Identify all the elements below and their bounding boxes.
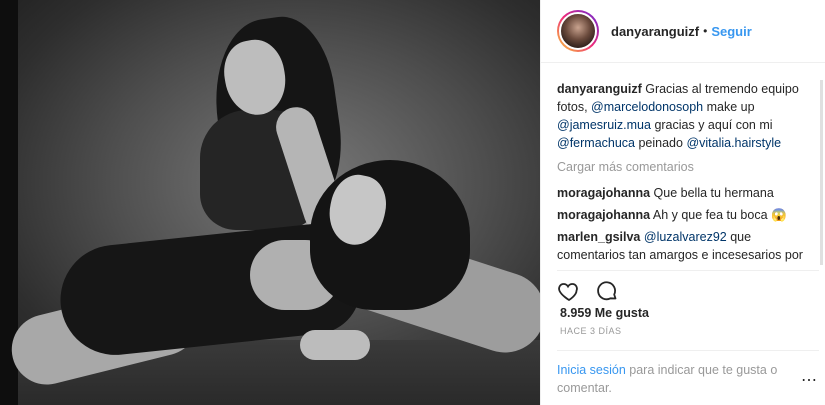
post-timestamp[interactable]: HACE 3 DÍAS (560, 326, 622, 336)
action-bar (557, 270, 819, 306)
mention-link[interactable]: @marcelodonosoph (591, 100, 703, 114)
caption: danyaranguizf Gracias al tremendo equipo… (557, 80, 819, 152)
caption-text: peinado (635, 136, 687, 150)
avatar[interactable] (557, 10, 599, 52)
heart-icon[interactable] (557, 279, 581, 306)
mention-link[interactable]: @jamesruiz.mua (557, 118, 651, 132)
mention-link[interactable]: @luzalvarez92 (644, 230, 727, 244)
load-more-comments-button[interactable]: Cargar más comentarios (557, 158, 819, 176)
avatar-image (559, 12, 597, 50)
comment-text: Que bella tu hermana (650, 186, 774, 200)
post-panel: danyaranguizf • Seguir danyaranguizf Gra… (540, 0, 825, 405)
login-prompt: Inicia sesión para indicar que te gusta … (557, 350, 819, 397)
caption-username[interactable]: danyaranguizf (557, 82, 642, 96)
separator-dot: • (703, 24, 708, 38)
comment-icon[interactable] (595, 279, 619, 306)
more-options-icon[interactable]: ⋯ (801, 370, 817, 390)
comment-text: Ah y que fea tu boca 😱 (650, 208, 787, 222)
caption-text: gracias y aquí con mi (650, 118, 773, 132)
likes-count[interactable]: 8.959 Me gusta (560, 306, 649, 320)
header-username[interactable]: danyaranguizf (611, 24, 699, 39)
comment-item: moragajohanna Ah y que fea tu boca 😱 (557, 206, 819, 224)
caption-text: make up (703, 100, 755, 114)
mention-link[interactable]: @vitalia.hairstyle (686, 136, 781, 150)
comment-username[interactable]: marlen_gsilva (557, 230, 640, 244)
photo-figure-hair (310, 160, 470, 310)
comments-scrollbar[interactable] (820, 80, 823, 265)
post-header: danyaranguizf • Seguir (541, 0, 825, 63)
login-link[interactable]: Inicia sesión (557, 363, 626, 377)
comment-item: marlen_gsilva @luzalvarez92 que comentar… (557, 228, 819, 265)
comment-username[interactable]: moragajohanna (557, 186, 650, 200)
photo-figure-hand (300, 330, 370, 360)
follow-button[interactable]: Seguir (711, 24, 751, 39)
comment-username[interactable]: moragajohanna (557, 208, 650, 222)
comments-list[interactable]: danyaranguizf Gracias al tremendo equipo… (557, 80, 819, 265)
mention-link[interactable]: @fermachuca (557, 136, 635, 150)
comment-item: moragajohanna Que bella tu hermana (557, 184, 819, 202)
post-photo[interactable] (0, 0, 540, 405)
